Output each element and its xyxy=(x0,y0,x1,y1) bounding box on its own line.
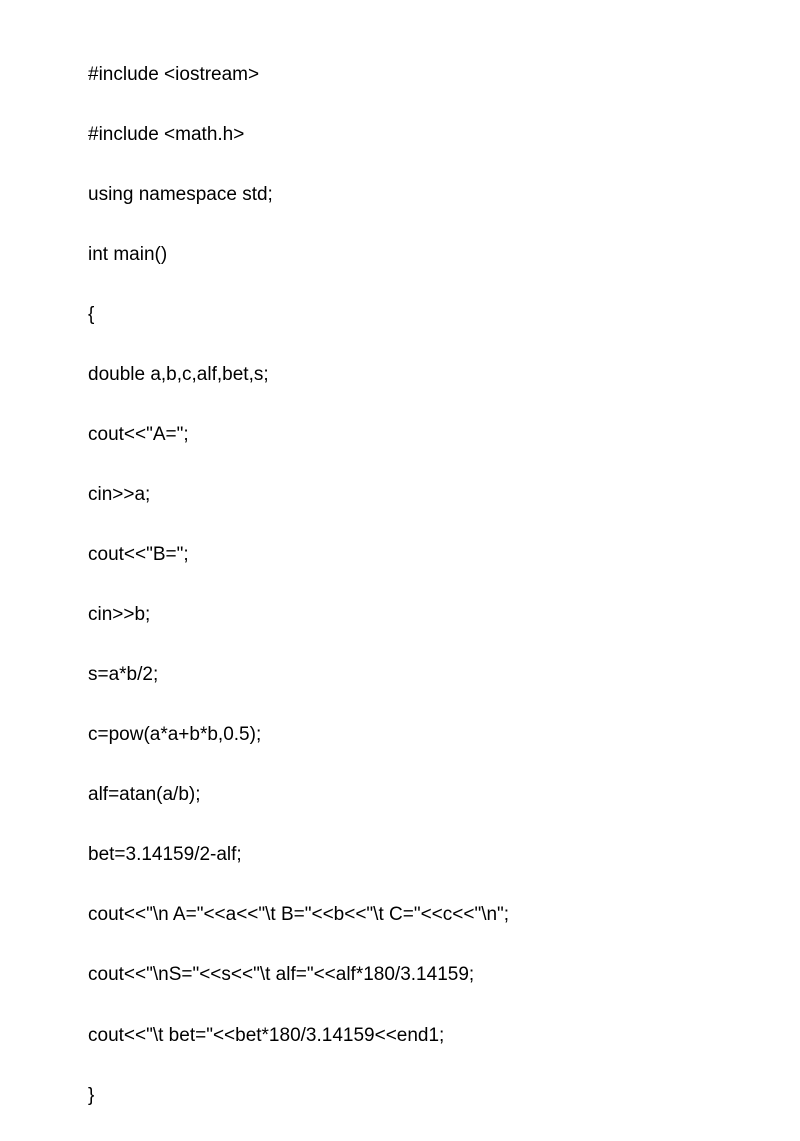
code-line: int main() xyxy=(88,240,800,270)
code-block: #include <iostream> #include <math.h> us… xyxy=(88,30,800,1141)
code-line: cout<<"A="; xyxy=(88,420,800,450)
code-line: #include <math.h> xyxy=(88,120,800,150)
code-line: cout<<"B="; xyxy=(88,540,800,570)
code-line: alf=atan(a/b); xyxy=(88,780,800,810)
code-line: cin>>a; xyxy=(88,480,800,510)
code-line: cout<<"\nS="<<s<<"\t alf="<<alf*180/3.14… xyxy=(88,960,800,990)
code-line: bet=3.14159/2-alf; xyxy=(88,840,800,870)
code-line: { xyxy=(88,300,800,330)
code-line: #include <iostream> xyxy=(88,60,800,90)
code-line: double a,b,c,alf,bet,s; xyxy=(88,360,800,390)
code-line: cout<<"\n A="<<a<<"\t B="<<b<<"\t C="<<c… xyxy=(88,900,800,930)
code-line: c=pow(a*a+b*b,0.5); xyxy=(88,720,800,750)
code-line: cin>>b; xyxy=(88,600,800,630)
code-line: using namespace std; xyxy=(88,180,800,210)
code-line: s=a*b/2; xyxy=(88,660,800,690)
code-line: } xyxy=(88,1081,800,1111)
code-line: cout<<"\t bet="<<bet*180/3.14159<<end1; xyxy=(88,1021,800,1051)
